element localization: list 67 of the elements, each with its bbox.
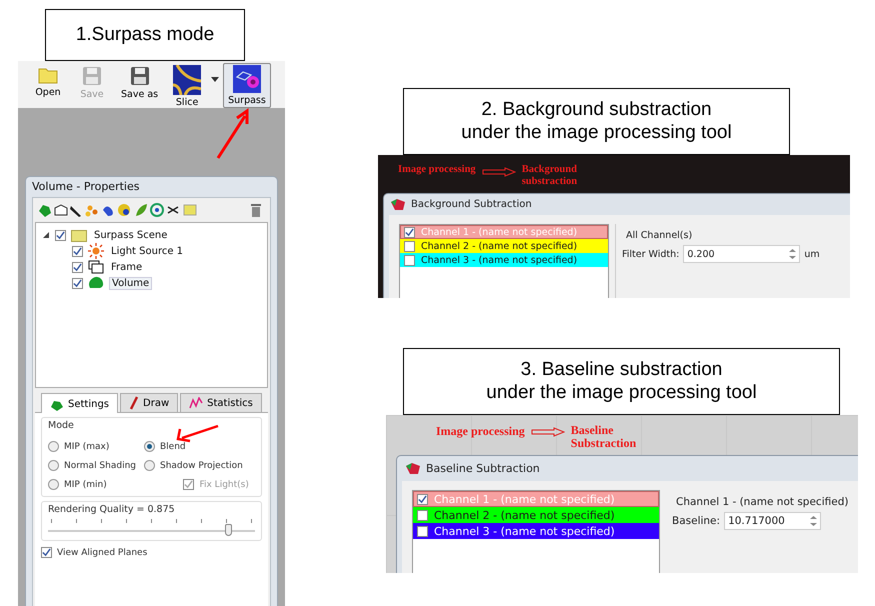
annotation-text: Background substraction [522,164,578,188]
number-field[interactable]: 0.200 [683,245,800,263]
frame-icon [88,260,104,274]
toolbar-button[interactable]: Slice [167,63,208,110]
caret-icon[interactable] [211,77,220,82]
spinner-icon[interactable] [809,514,818,528]
tree-item[interactable]: Volume [109,276,152,290]
app-icon [390,198,406,211]
app-icon [405,462,421,475]
channel-item[interactable]: Channel 2 - (name not specified) [413,507,659,523]
caption-box: 2. Background substraction under the image processing tool [403,88,790,155]
radio-option[interactable]: Shadow Projection [144,460,255,471]
radio-option[interactable]: Normal Shading [48,460,144,471]
checkbox[interactable] [72,246,83,256]
annotation-arrow [176,424,220,444]
annotation-text: Image processing [436,424,525,439]
tab[interactable]: Statistics [180,393,262,412]
tree-item[interactable]: Light Source 1 [109,246,186,256]
annotation-arrow [530,427,565,437]
caption-box: 3. Baseline substraction under the image processing tool [403,348,840,415]
radio-option[interactable]: MIP (min) [48,479,144,490]
field-label: Filter Width: [622,248,680,260]
group-label: Mode [48,420,74,431]
caption-box: 1.Surpass mode [45,9,245,61]
line-chart-icon [189,397,204,409]
brush-icon [129,396,140,410]
unit-label: um [804,248,820,260]
annotation-text: Baseline Substraction [570,424,636,450]
toolbar-button[interactable]: Save as [116,63,164,102]
checkmark-icon [418,494,427,504]
radio-option[interactable]: MIP (max) [48,441,144,452]
slice-view-icon [173,65,202,95]
dialog-title: Background Subtraction [411,199,532,210]
checkbox-option[interactable]: View Aligned Planes [41,547,262,558]
number-field[interactable]: 10.717000 [724,512,822,530]
toolbar-button[interactable]: Open [28,63,68,100]
channel-item[interactable]: Channel 3 - (name not specified) [400,253,608,267]
checkbox[interactable] [72,262,83,272]
surpass-view-icon [232,65,261,93]
field-label: Baseline: [672,515,720,527]
panel-title: Volume - Properties [32,179,140,195]
spinner-icon[interactable] [788,247,798,261]
trash-icon[interactable] [250,203,262,217]
checkbox[interactable] [72,278,83,288]
tab[interactable]: Draw [120,393,178,412]
checkmark-icon [42,548,51,557]
channel-item[interactable]: Channel 3 - (name not specified) [413,523,659,539]
annotation-text: Image processing [398,164,476,175]
radio-option[interactable]: Blend [144,441,255,452]
sun-icon [88,243,104,259]
tree-item[interactable]: Frame [109,262,144,272]
channel-item[interactable]: Channel 2 - (name not specified) [400,239,608,253]
annotation-arrow [482,167,516,177]
blob-icon [88,276,104,290]
checkmark-icon [405,228,414,236]
tab[interactable]: Settings [41,393,118,413]
blob-icon [50,398,64,410]
checkmark-icon [184,480,194,489]
group-label: Rendering Quality = 0.875 [48,504,175,515]
folder-icon [71,228,87,242]
group-label: All Channel(s) [625,230,694,241]
group-label: Channel 1 - (name not specified) [675,496,850,508]
dialog-title: Baseline Subtraction [426,462,540,475]
tree-item[interactable]: Surpass Scene [92,230,170,240]
expander-icon[interactable] [42,231,50,239]
toolbar-button[interactable]: Surpass [223,63,271,108]
checkbox[interactable] [55,230,66,240]
